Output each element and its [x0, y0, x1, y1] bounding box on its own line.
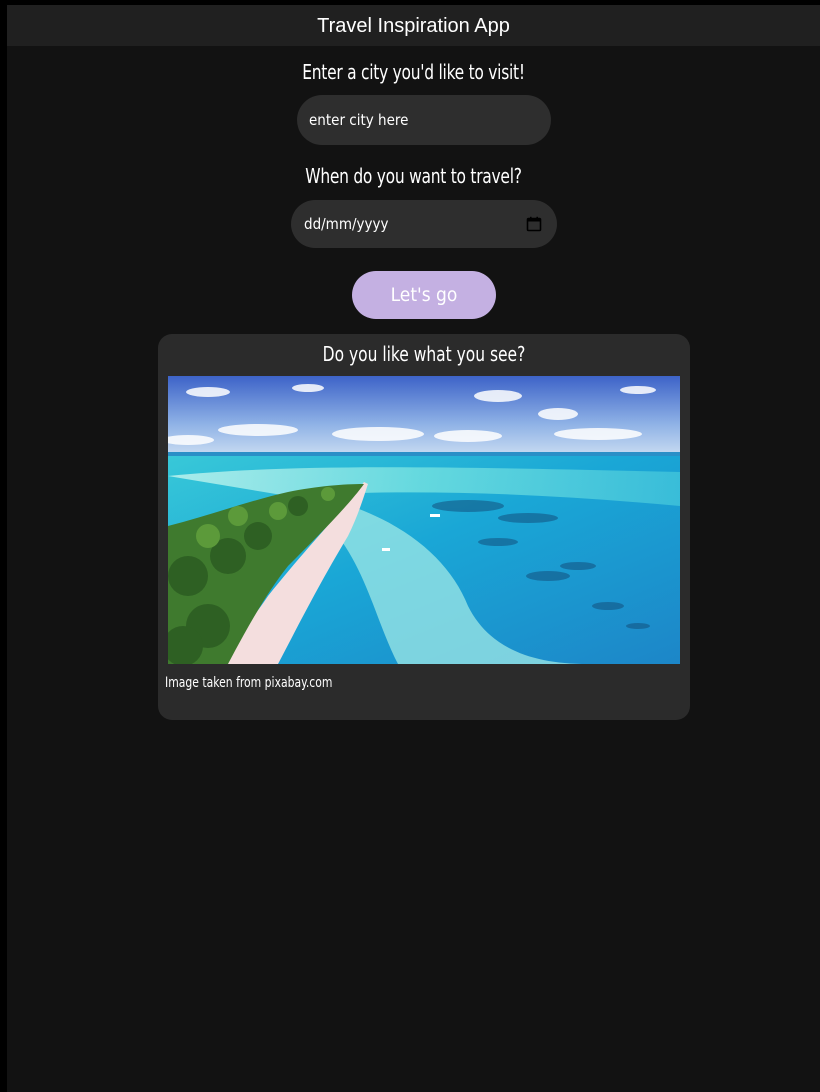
date-label: When do you want to travel? — [305, 164, 522, 188]
app-header: Travel Inspiration App — [7, 5, 820, 46]
result-title: Do you like what you see? — [322, 342, 526, 366]
image-credit: Image taken from pixabay.com — [165, 675, 333, 691]
date-placeholder: dd/mm/yyyy — [304, 215, 389, 233]
date-input[interactable]: dd/mm/yyyy — [291, 200, 557, 248]
destination-image — [168, 376, 680, 664]
city-input[interactable] — [297, 95, 551, 145]
lets-go-button[interactable]: Let's go — [352, 271, 496, 319]
app-title: Travel Inspiration App — [317, 14, 510, 37]
app-window: Travel Inspiration App Enter a city you'… — [7, 5, 820, 1092]
calendar-icon[interactable] — [525, 215, 543, 233]
result-card: Do you like what you see? Image taken fr… — [158, 334, 690, 720]
city-label: Enter a city you'd like to visit! — [302, 60, 525, 84]
